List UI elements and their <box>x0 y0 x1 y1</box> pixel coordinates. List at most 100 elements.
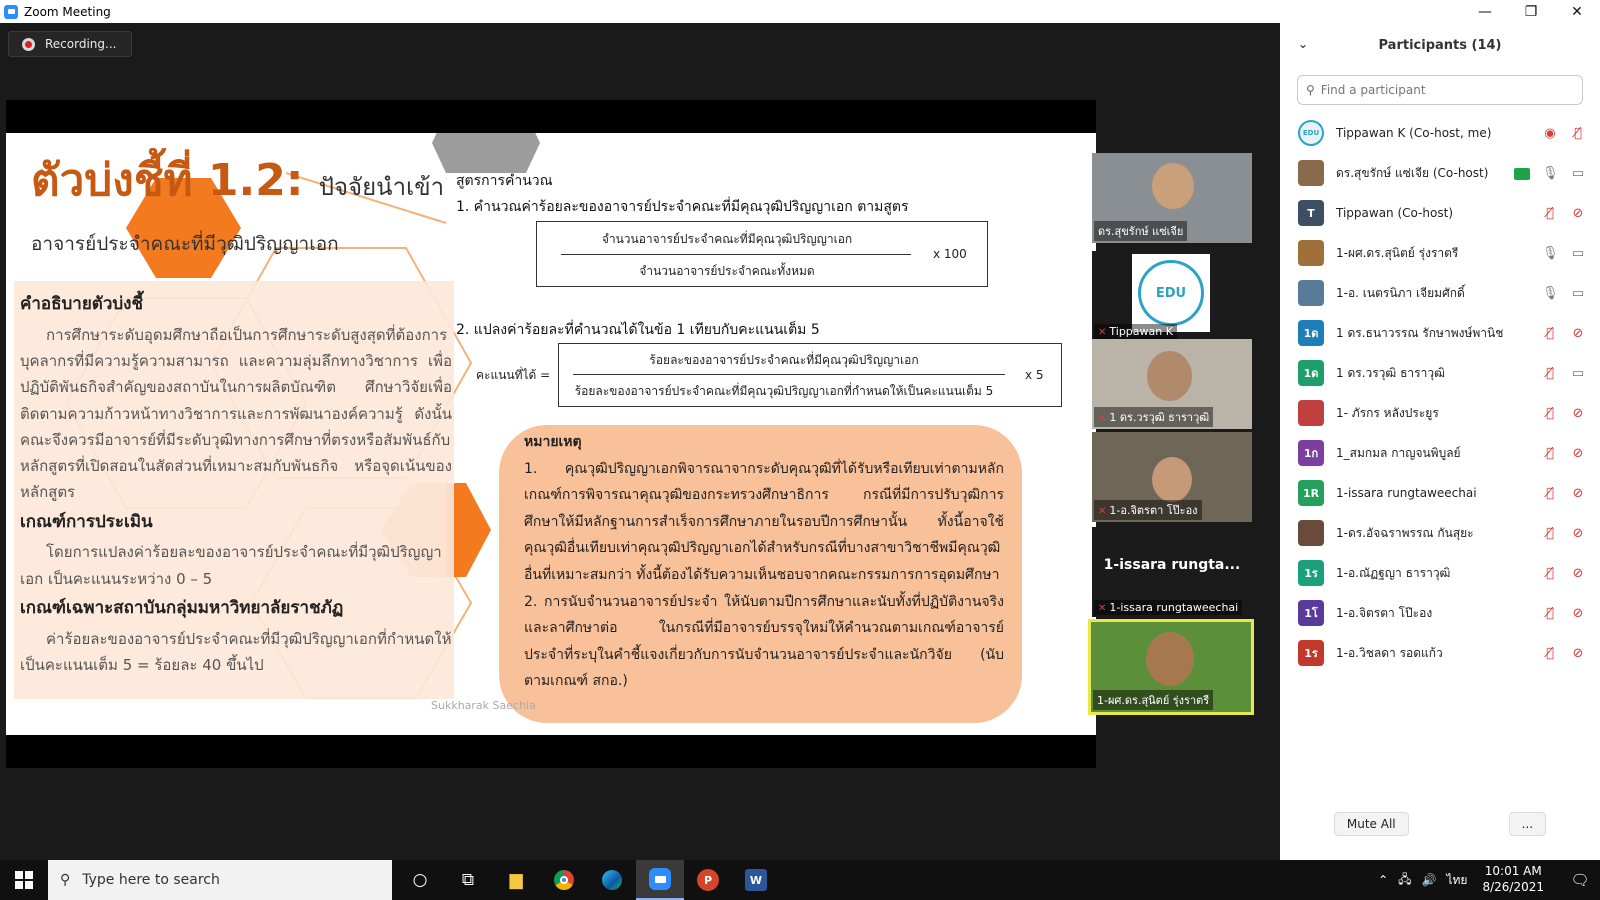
video-thumb-name: ✕ 1-อ.จิตรตา โป๊ะอง <box>1094 500 1202 520</box>
participant-row[interactable]: 1ร 1-อ.วิชลดา รอดแก้ว 🎙̸ ⊘ <box>1280 633 1600 673</box>
video-thumb-2[interactable]: EDU ✕ Tippawan K <box>1092 251 1252 341</box>
mic-muted-icon[interactable]: 🎙̸ <box>1542 446 1558 461</box>
video-thumb-3[interactable]: ✕ 1 ดร.วรวุฒิ ธาราวุฒิ <box>1092 339 1252 429</box>
camera-icon[interactable]: ▭ <box>1570 166 1586 181</box>
participant-row[interactable]: 1ก 1_สมกมล กาญจนพิบูลย์ 🎙̸ ⊘ <box>1280 433 1600 473</box>
maximize-button[interactable]: ❐ <box>1508 0 1554 23</box>
video-thumb-active-speaker[interactable]: 1-ผศ.ดร.สุนิตย์ รุ่งราตรี <box>1088 619 1254 715</box>
rajabhat-heading: เกณฑ์เฉพาะสถาบันกลุ่มมหาวิทยาลัยราชภัฏ <box>20 597 344 618</box>
participant-row[interactable]: 1-ดร.อัจฉราพรรณ กันสุยะ 🎙̸ ⊘ <box>1280 513 1600 553</box>
mic-muted-icon[interactable]: 🎙̸ <box>1542 486 1558 501</box>
language-indicator[interactable]: ไทย <box>1446 871 1467 890</box>
participant-row[interactable]: 1R 1-issara rungtaweechai 🎙̸ ⊘ <box>1280 473 1600 513</box>
clock[interactable]: 10:01 AM 8/26/2021 <box>1482 864 1544 895</box>
minimize-button[interactable]: — <box>1462 0 1508 23</box>
mic-muted-icon[interactable]: 🎙̸ <box>1570 126 1586 141</box>
mic-muted-icon[interactable]: 🎙̸ <box>1542 406 1558 421</box>
panel-footer: Mute All ... <box>1280 812 1600 836</box>
network-icon[interactable]: 🖧 <box>1398 870 1411 891</box>
participant-name: 1-อ.ณัฏฐญา ธาราวุฒิ <box>1336 565 1451 580</box>
mic-icon[interactable]: 🎙 <box>1542 286 1559 301</box>
mic-icon[interactable]: 🎙 <box>1542 166 1559 181</box>
participant-name: 1-อ. เนตรนิภา เจียมศักดิ์ <box>1336 285 1465 300</box>
camera-icon[interactable]: ▭ <box>1570 246 1586 261</box>
camera-icon[interactable]: ▭ <box>1570 286 1586 301</box>
mic-off-icon: ✕ <box>1098 327 1107 338</box>
close-button[interactable]: ✕ <box>1554 0 1600 23</box>
zoom-app-icon <box>4 4 18 19</box>
camera-icon[interactable]: ▭ <box>1570 366 1586 381</box>
system-tray: ⌃ 🖧 🔊 ไทย 10:01 AM 8/26/2021 🗨 <box>1373 860 1600 900</box>
chevron-down-icon[interactable]: ⌄ <box>1298 37 1308 51</box>
video-thumb-5[interactable]: 1-issara rungta... ✕ 1-issara rungtaweech… <box>1092 527 1252 617</box>
participant-row[interactable]: ดร.สุขรักษ์ แซ่เจีย (Co-host) 🎙 ▭ <box>1280 153 1600 193</box>
file-explorer-icon[interactable]: ▆ <box>492 860 540 900</box>
volume-icon[interactable]: 🔊 <box>1422 873 1437 887</box>
cortana-icon[interactable]: ○ <box>396 860 444 900</box>
word-icon[interactable]: W <box>732 860 780 900</box>
mic-muted-icon[interactable]: 🎙̸ <box>1542 526 1558 541</box>
notification-icon[interactable]: 🗨 <box>1560 860 1600 900</box>
start-button[interactable] <box>0 860 48 900</box>
video-thumb-4[interactable]: ✕ 1-อ.จิตรตา โป๊ะอง <box>1092 432 1252 522</box>
mic-muted-icon[interactable]: 🎙̸ <box>1542 566 1558 581</box>
participant-avatar: 1ร <box>1298 560 1324 586</box>
participant-row[interactable]: 1- ภัรกร หลังประยูร 🎙̸ ⊘ <box>1280 393 1600 433</box>
video-thumb-name: ✕ 1 ดร.วรวุฒิ ธาราวุฒิ <box>1094 407 1214 427</box>
participant-row[interactable]: 1ด 1 ดร.ธนาวรรณ รักษาพงษ์พานิช 🎙̸ ⊘ <box>1280 313 1600 353</box>
participant-search[interactable]: ⚲ <box>1297 75 1583 105</box>
chrome-icon[interactable] <box>540 860 588 900</box>
camera-off-icon[interactable]: ⊘ <box>1570 206 1586 221</box>
participant-search-input[interactable] <box>1320 83 1561 97</box>
participant-face <box>1152 457 1192 502</box>
participant-row[interactable]: 1ร 1-อ.ณัฏฐญา ธาราวุฒิ 🎙̸ ⊘ <box>1280 553 1600 593</box>
edge-icon[interactable] <box>588 860 636 900</box>
mic-muted-icon[interactable]: 🎙̸ <box>1542 646 1558 661</box>
video-thumb-name: 1-ผศ.ดร.สุนิตย์ รุ่งราตรี <box>1093 690 1214 710</box>
participant-row[interactable]: 1ด 1 ดร.วรวุฒิ ธาราวุฒิ 🎙̸ ▭ <box>1280 353 1600 393</box>
participants-title: Participants (14) <box>1378 37 1502 53</box>
powerpoint-icon[interactable]: P <box>684 860 732 900</box>
desc-heading: คำอธิบายตัวบ่งชี้ <box>20 294 144 314</box>
camera-off-icon[interactable]: ⊘ <box>1570 646 1586 661</box>
note-text: หมายเหตุ 1. คุณวุฒิปริญญาเอกพิจารณาจากระ… <box>524 429 1004 695</box>
camera-off-icon[interactable]: ⊘ <box>1570 326 1586 341</box>
search-icon: ⚲ <box>1306 83 1315 97</box>
camera-off-icon[interactable]: ⊘ <box>1570 446 1586 461</box>
participant-avatar <box>1298 240 1324 266</box>
recording-indicator[interactable]: Recording... <box>8 31 132 57</box>
taskbar-search[interactable]: ⚲ Type here to search <box>48 860 392 900</box>
participant-name: 1-issara rungtaweechai <box>1336 486 1477 500</box>
mic-icon[interactable]: 🎙 <box>1542 246 1559 261</box>
participant-row[interactable]: T Tippawan (Co-host) 🎙̸ ⊘ <box>1280 193 1600 233</box>
formula1-label: 1. คำนวณค่าร้อยละของอาจารย์ประจำคณะที่มี… <box>456 199 909 215</box>
mic-muted-icon[interactable]: 🎙̸ <box>1542 606 1558 621</box>
more-options-button[interactable]: ... <box>1508 812 1547 836</box>
windows-taskbar: ⚲ Type here to search ○ ⧉ ▆ P W ⌃ 🖧 🔊 ไท… <box>0 860 1600 900</box>
camera-off-icon[interactable]: ⊘ <box>1570 406 1586 421</box>
mic-muted-icon[interactable]: 🎙̸ <box>1542 206 1558 221</box>
video-thumb-1[interactable]: ดร.สุขรักษ์ แซ่เจีย <box>1092 153 1252 243</box>
mic-muted-icon[interactable]: 🎙̸ <box>1542 326 1558 341</box>
mic-muted-icon[interactable]: 🎙̸ <box>1542 366 1558 381</box>
participant-avatar: 1ด <box>1298 320 1324 346</box>
participant-row[interactable]: 1-อ. เนตรนิภา เจียมศักดิ์ 🎙 ▭ <box>1280 273 1600 313</box>
camera-off-icon[interactable]: ⊘ <box>1570 566 1586 581</box>
participant-name-large: 1-issara rungta... <box>1103 557 1241 573</box>
task-view-icon[interactable]: ⧉ <box>444 860 492 900</box>
participant-avatar: EDU <box>1298 120 1324 146</box>
camera-off-icon[interactable]: ⊘ <box>1570 486 1586 501</box>
camera-off-icon[interactable]: ⊘ <box>1570 606 1586 621</box>
camera-off-icon[interactable]: ⊘ <box>1570 526 1586 541</box>
description-text: คำอธิบายตัวบ่งชี้ การศึกษาระดับอุดมศึกษา… <box>20 288 452 678</box>
participant-avatar <box>1298 400 1324 426</box>
participant-row[interactable]: 1โ 1-อ.จิตรตา โป๊ะอง 🎙̸ ⊘ <box>1280 593 1600 633</box>
mic-off-icon: ✕ <box>1098 603 1107 614</box>
formula2-multiplier: x 5 <box>1025 368 1044 382</box>
participant-row[interactable]: EDU Tippawan K (Co-host, me) ◉ 🎙̸ <box>1280 113 1600 153</box>
zoom-taskbar-icon[interactable] <box>636 860 684 900</box>
participant-row[interactable]: 1-ผศ.ดร.สุนิตย์ รุ่งราตรี 🎙 ▭ <box>1280 233 1600 273</box>
mute-all-button[interactable]: Mute All <box>1333 812 1409 836</box>
video-thumb-name: ดร.สุขรักษ์ แซ่เจีย <box>1094 221 1188 241</box>
chevron-up-icon[interactable]: ⌃ <box>1378 873 1388 887</box>
